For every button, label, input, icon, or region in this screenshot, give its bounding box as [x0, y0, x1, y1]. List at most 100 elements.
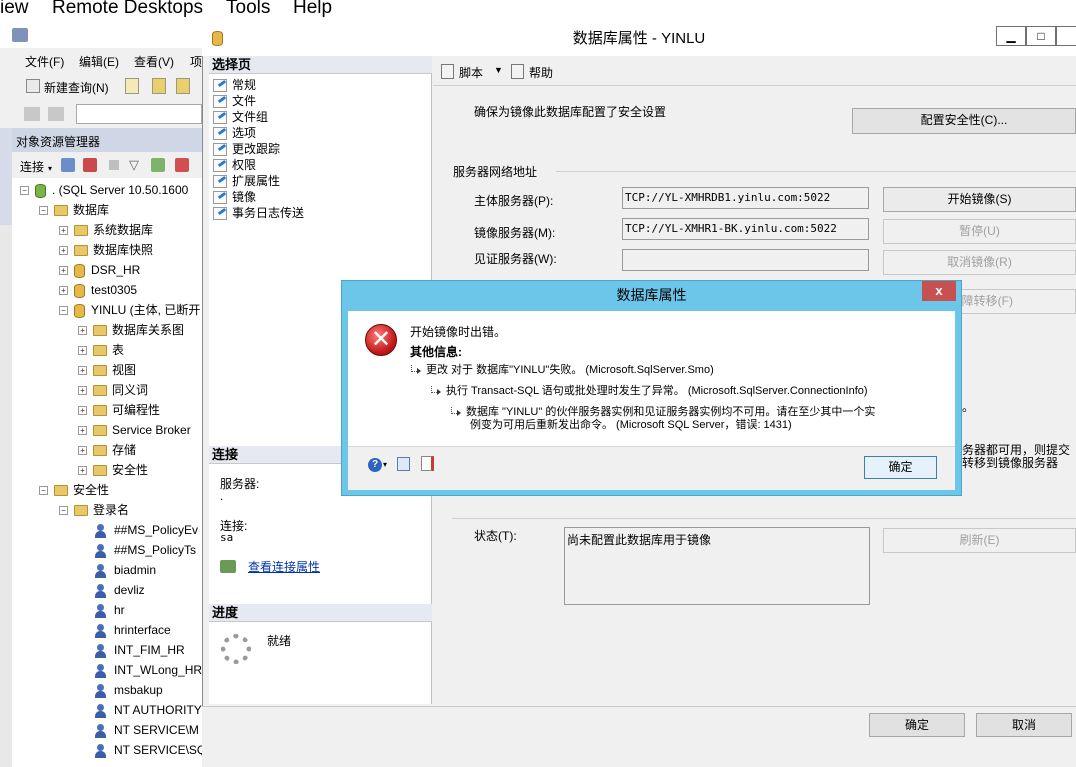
tree-databases[interactable]: − 数据库	[39, 200, 109, 220]
tree-db-yinlu[interactable]: − YINLU (主体, 已断开	[59, 300, 200, 320]
refresh-button[interactable]: 刷新(E)	[883, 528, 1076, 553]
tree-logins[interactable]: − 登录名	[59, 500, 129, 520]
remove-mirroring-button[interactable]: 取消镜像(R)	[883, 250, 1076, 275]
tree-db-test0305[interactable]: + test0305	[59, 280, 137, 300]
db-query-icon[interactable]	[152, 78, 166, 94]
database-selector[interactable]	[76, 104, 202, 124]
witness-server-input[interactable]	[622, 249, 869, 271]
page-mirroring[interactable]: 镜像	[213, 189, 256, 205]
page-general[interactable]: 常规	[213, 77, 256, 93]
view-connection-properties-link[interactable]: 查看连接属性	[248, 558, 320, 575]
tree-tables[interactable]: + 表	[78, 340, 124, 360]
tree-login-item[interactable]: INT_WLong_HR	[94, 660, 202, 680]
ssms-menu-view[interactable]: 查看(V)	[134, 53, 174, 70]
page-permissions[interactable]: 权限	[213, 157, 256, 173]
expand-icon[interactable]: +	[59, 226, 68, 236]
script-button[interactable]: 脚本	[459, 64, 483, 81]
left-scrollbar[interactable]	[0, 225, 12, 767]
close-button[interactable]	[1056, 26, 1076, 46]
tree-storage[interactable]: + 存储	[78, 440, 136, 460]
collapse-icon[interactable]: −	[39, 486, 48, 496]
tree-system-databases[interactable]: + 系统数据库	[59, 220, 153, 240]
tree-synonyms[interactable]: + 同义词	[78, 380, 148, 400]
ssms-menu-file[interactable]: 文件(F)	[25, 53, 64, 70]
help-question-icon[interactable]: ?	[368, 458, 382, 472]
page-change-tracking[interactable]: 更改跟踪	[213, 141, 280, 157]
script-dropdown-chevron-icon[interactable]: ▼	[494, 65, 503, 75]
tree-service-broker[interactable]: + Service Broker	[78, 420, 191, 440]
error-close-button[interactable]: x	[922, 281, 956, 301]
start-mirroring-button[interactable]: 开始镜像(S)	[883, 187, 1076, 212]
tree-programmability[interactable]: + 可编程性	[78, 400, 160, 420]
menu-tools[interactable]: Tools	[226, 0, 270, 19]
new-query-button[interactable]: 新建查询(N)	[44, 79, 109, 96]
stop-icon[interactable]	[109, 160, 119, 170]
collapse-icon[interactable]: −	[59, 506, 68, 516]
ssms-menu-edit[interactable]: 编辑(E)	[79, 53, 119, 70]
tree-login-item[interactable]: devliz	[94, 580, 145, 600]
pause-button[interactable]: 暂停(U)	[883, 219, 1076, 244]
page-log-shipping[interactable]: 事务日志传送	[213, 205, 304, 221]
open-file-icon[interactable]	[125, 78, 139, 94]
tree-views[interactable]: + 视图	[78, 360, 136, 380]
collapse-icon[interactable]: −	[59, 306, 68, 316]
expand-icon[interactable]: +	[78, 386, 87, 396]
tree-db-diagrams[interactable]: + 数据库关系图	[78, 320, 184, 340]
tree-server[interactable]: − . (SQL Server 10.50.1600	[20, 180, 188, 200]
ok-button[interactable]: 确定	[869, 713, 965, 737]
collapse-icon[interactable]: −	[20, 186, 29, 196]
refresh-icon[interactable]	[151, 158, 165, 172]
tree-login-item[interactable]: hrinterface	[94, 620, 171, 640]
page-filegroups[interactable]: 文件组	[213, 109, 268, 125]
configure-security-button[interactable]: 配置安全性(C)...	[852, 108, 1076, 134]
ssms-menu-more[interactable]: 项	[190, 53, 202, 70]
expand-icon[interactable]: +	[59, 266, 68, 276]
collapse-icon[interactable]: −	[39, 206, 48, 216]
copy-icon[interactable]	[397, 457, 410, 471]
tree-login-item[interactable]: NT AUTHORITY	[94, 700, 202, 720]
tree-login-item[interactable]: NT SERVICE\SQ	[94, 740, 205, 760]
maximize-button[interactable]: □	[1026, 26, 1056, 46]
technical-details-icon[interactable]	[421, 456, 434, 471]
tree-login-item[interactable]: INT_FIM_HR	[94, 640, 185, 660]
tree-login-item[interactable]: hr	[94, 600, 125, 620]
tree-login-item[interactable]: ##MS_PolicyTs	[94, 540, 196, 560]
tree-login-item[interactable]: NT SERVICE\M	[94, 720, 199, 740]
activity-monitor-icon[interactable]	[175, 158, 189, 172]
expand-icon[interactable]: +	[59, 246, 68, 256]
help-button[interactable]: 帮助	[529, 64, 553, 81]
menu-help[interactable]: Help	[293, 0, 332, 19]
mdx-query-icon[interactable]	[176, 78, 190, 94]
menu-remote-desktops[interactable]: Remote Desktops	[52, 0, 203, 19]
tree-login-item[interactable]: msbakup	[94, 680, 163, 700]
principal-server-input[interactable]: TCP://YL-XMHRDB1.yinlu.com:5022	[622, 187, 869, 209]
expand-icon[interactable]: +	[59, 286, 68, 296]
tree-login-item[interactable]: biadmin	[94, 560, 156, 580]
filter-icon[interactable]: ▽	[129, 157, 139, 173]
expand-icon[interactable]: +	[78, 366, 87, 376]
page-options[interactable]: 选项	[213, 125, 256, 141]
tree-security[interactable]: − 安全性	[39, 480, 109, 500]
tree-db-dsr-hr[interactable]: + DSR_HR	[59, 260, 140, 280]
cancel-button[interactable]: 取消	[976, 713, 1072, 737]
expand-icon[interactable]: +	[78, 326, 87, 336]
disconnect-icon[interactable]	[83, 158, 97, 172]
tree-db-security[interactable]: + 安全性	[78, 460, 148, 480]
connect-button[interactable]: 连接	[20, 158, 44, 175]
tree-login-item[interactable]: ##MS_PolicyEv	[94, 520, 198, 540]
expand-icon[interactable]: +	[78, 346, 87, 356]
page-files[interactable]: 文件	[213, 93, 256, 109]
expand-icon[interactable]: +	[78, 426, 87, 436]
expand-icon[interactable]: +	[78, 446, 87, 456]
minimize-button[interactable]: ▁	[996, 26, 1026, 46]
error-ok-button[interactable]: 确定	[864, 456, 937, 479]
chevron-down-icon[interactable]: ▾	[48, 164, 52, 173]
status-textbox[interactable]: 尚未配置此数据库用于镜像	[564, 527, 870, 605]
connect-object-icon[interactable]	[61, 158, 75, 172]
help-dropdown-chevron-icon[interactable]: ▾	[383, 460, 387, 469]
page-extended-properties[interactable]: 扩展属性	[213, 173, 280, 189]
tree-db-snapshots[interactable]: + 数据库快照	[59, 240, 153, 260]
menu-view[interactable]: iew	[0, 0, 29, 19]
mirror-server-input[interactable]: TCP://YL-XMHR1-BK.yinlu.com:5022	[622, 218, 869, 240]
expand-icon[interactable]: +	[78, 466, 87, 476]
